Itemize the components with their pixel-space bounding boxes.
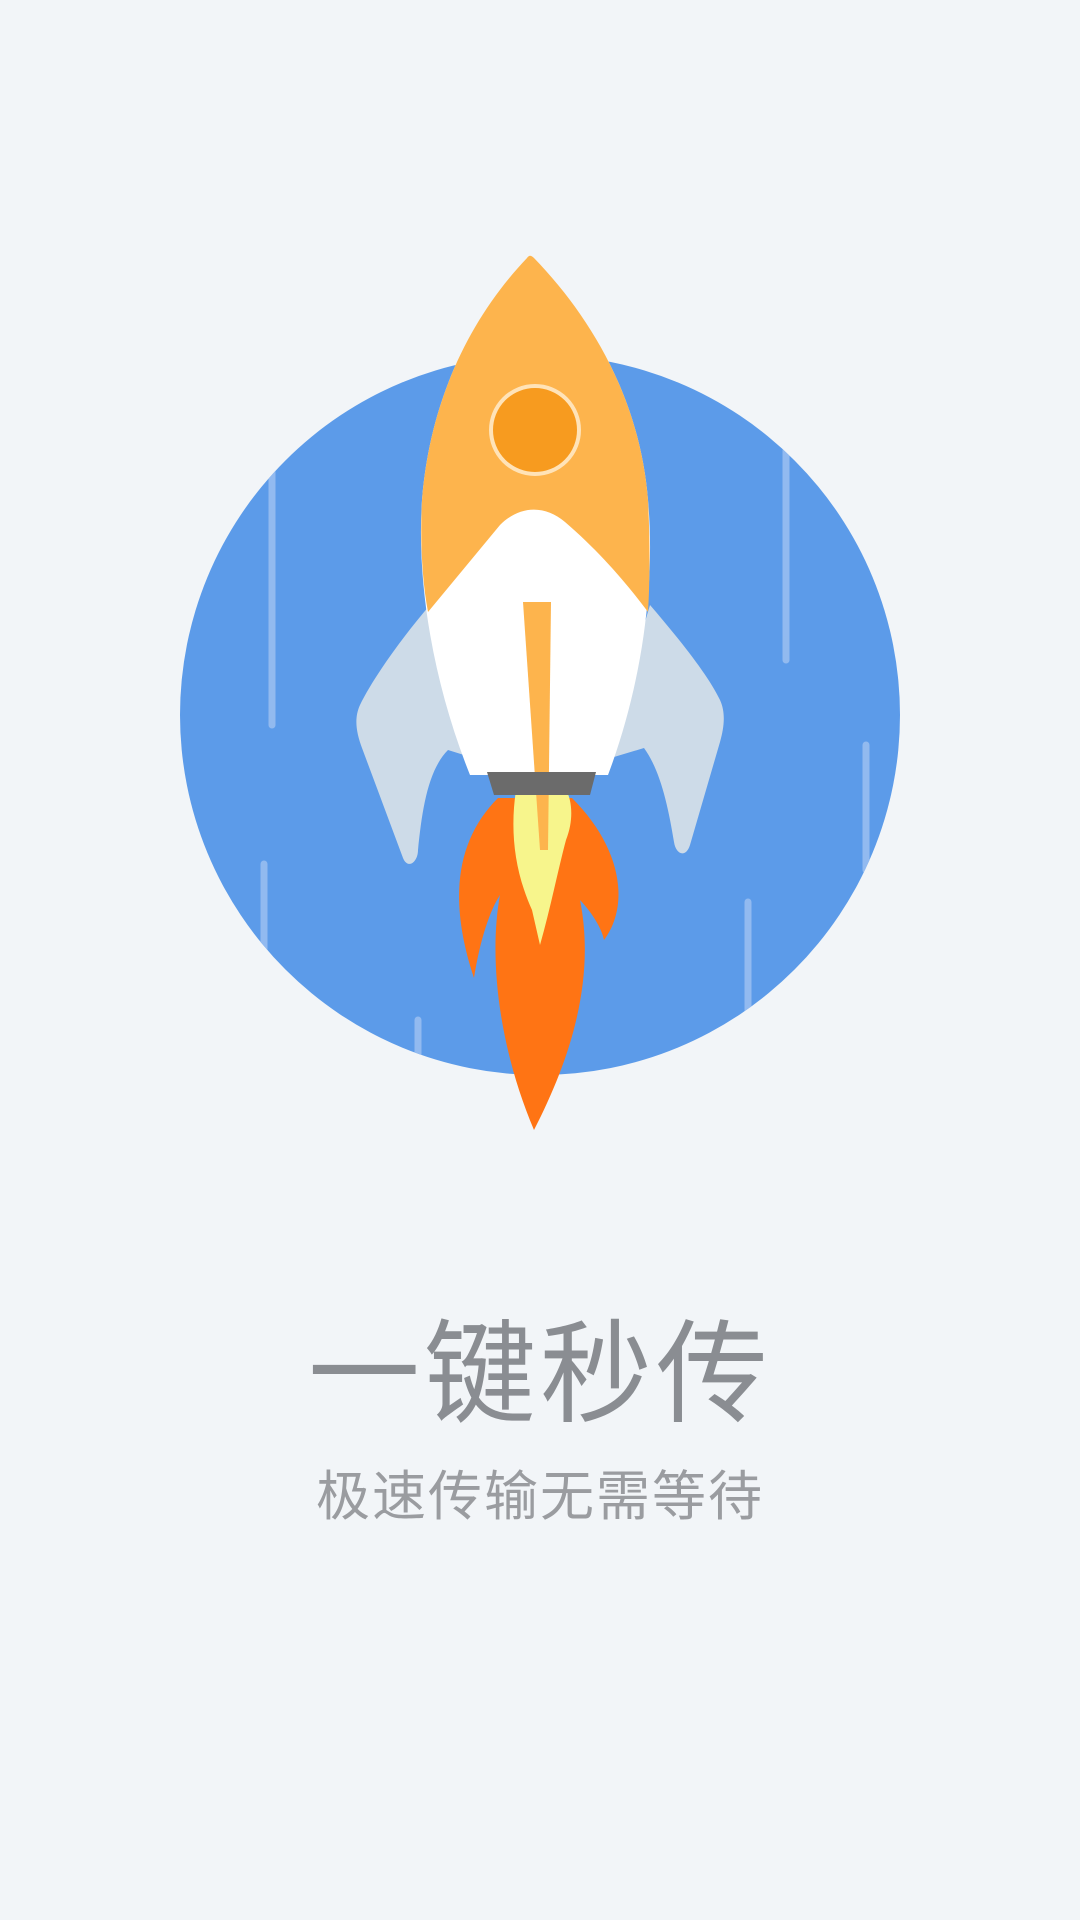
page-title: 一键秒传 [308, 1310, 772, 1440]
rocket-window [489, 384, 581, 476]
rocket-launch-illustration [180, 255, 900, 1130]
page-subtitle: 极速传输无需等待 [316, 1465, 764, 1528]
splash-screen: 一键秒传 极速传输无需等待 [0, 0, 1080, 1920]
